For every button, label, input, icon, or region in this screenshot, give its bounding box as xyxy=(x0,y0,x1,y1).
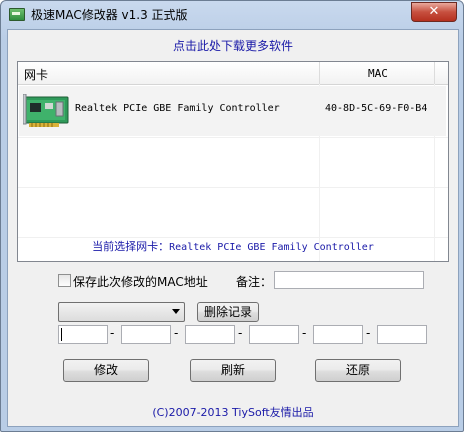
copyright-footer: (C)2007-2013 TiySoft友情出品 xyxy=(152,406,314,419)
mac-separator: - xyxy=(366,326,371,340)
mac-octet-field-4[interactable] xyxy=(249,325,299,344)
mac-octet-field-2[interactable] xyxy=(121,325,171,344)
mac-octet-field-1[interactable] xyxy=(58,325,108,344)
column-divider[interactable] xyxy=(319,62,320,84)
mac-separator: - xyxy=(302,326,307,340)
grid-line xyxy=(18,187,448,188)
adapter-name-cell: Realtek PCIe GBE Family Controller xyxy=(75,103,280,114)
mac-octet-field-5[interactable] xyxy=(313,325,363,344)
client-area: 点击此处下载更多软件 网卡 MAC Realtek PCIe GBE Famil… xyxy=(7,29,459,427)
delete-record-button[interactable]: 删除记录 xyxy=(197,302,259,322)
app-window: 极速MAC修改器 v1.3 正式版 ✕ 点击此处下载更多软件 网卡 MAC Re… xyxy=(0,0,464,432)
restore-button[interactable]: 还原 xyxy=(315,359,401,382)
mac-separator: - xyxy=(174,326,179,340)
network-card-icon xyxy=(23,94,69,127)
adapter-mac-cell: 40-8D-5C-69-F0-B4 xyxy=(325,103,428,114)
note-input[interactable] xyxy=(274,271,424,289)
note-label: 备注： xyxy=(236,275,273,289)
current-adapter-value: Realtek PCIe GBE Family Controller xyxy=(169,242,374,253)
modify-button[interactable]: 修改 xyxy=(63,359,149,382)
title-bar[interactable]: 极速MAC修改器 v1.3 正式版 ✕ xyxy=(1,1,463,27)
current-adapter-label: 当前选择网卡：Realtek PCIe GBE Family Controlle… xyxy=(8,238,458,254)
mac-octet-field-6[interactable] xyxy=(377,325,427,344)
grid-line xyxy=(18,137,448,138)
mac-separator: - xyxy=(238,326,243,340)
app-icon xyxy=(9,8,25,21)
list-item[interactable]: Realtek PCIe GBE Family Controller 40-8D… xyxy=(19,86,446,136)
history-dropdown[interactable] xyxy=(58,302,185,322)
column-header-mac[interactable]: MAC xyxy=(368,67,388,80)
network-adapter-list[interactable]: 网卡 MAC Realtek PCIe GBE Family Controlle… xyxy=(17,61,449,262)
download-more-link[interactable]: 点击此处下载更多软件 xyxy=(8,37,458,54)
column-header-adapter[interactable]: 网卡 xyxy=(24,66,48,83)
text-caret xyxy=(61,328,62,341)
close-button[interactable]: ✕ xyxy=(411,2,457,22)
mac-octet-field-3[interactable] xyxy=(185,325,235,344)
window-title: 极速MAC修改器 v1.3 正式版 xyxy=(31,8,188,22)
save-mac-checkbox-label[interactable]: 保存此次修改的MAC地址 xyxy=(73,273,208,290)
list-header: 网卡 MAC xyxy=(18,62,448,85)
close-icon: ✕ xyxy=(428,4,440,19)
save-mac-checkbox[interactable] xyxy=(58,274,71,287)
refresh-button[interactable]: 刷新 xyxy=(190,359,276,382)
mac-separator: - xyxy=(110,326,115,340)
current-adapter-caption: 当前选择网卡： xyxy=(92,240,170,253)
column-divider[interactable] xyxy=(434,62,435,84)
chevron-down-icon[interactable] xyxy=(172,309,180,314)
